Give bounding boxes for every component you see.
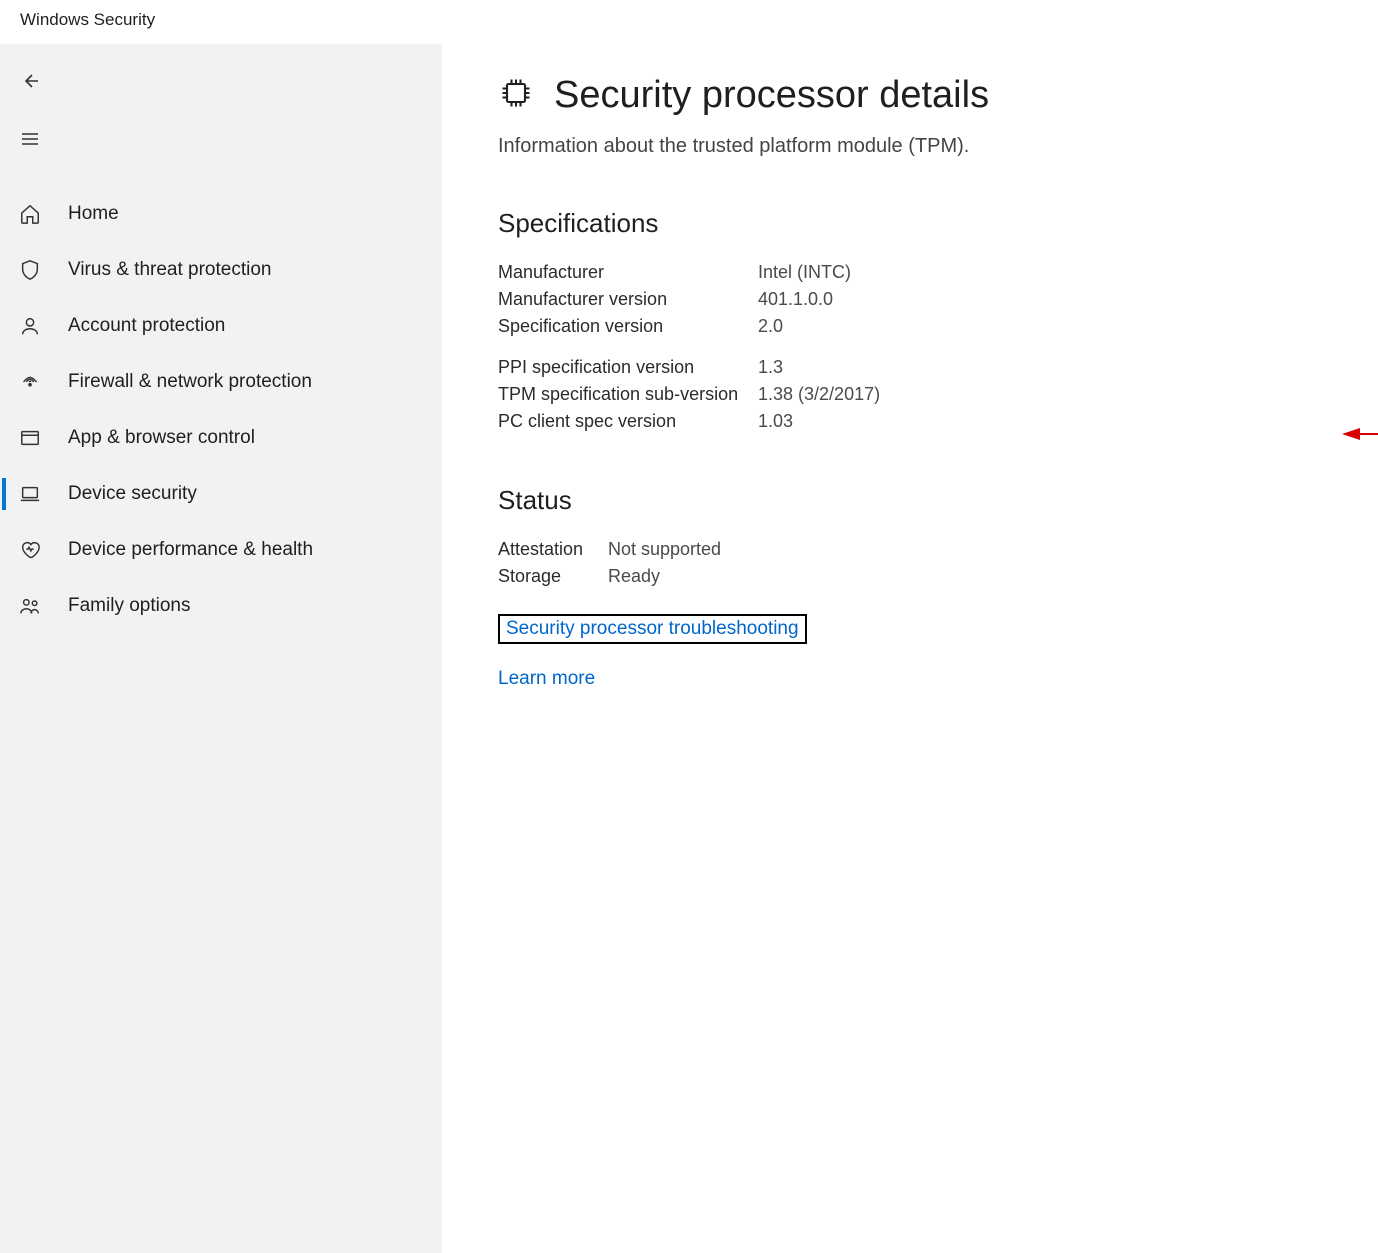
sidebar-item-label: Home [68,203,119,225]
spec-group-1: Manufacturer Intel (INTC) Manufacturer v… [498,259,1322,340]
specifications-heading: Specifications [498,208,1322,239]
sidebar-item-virus[interactable]: Virus & threat protection [0,242,442,298]
spec-label: TPM specification sub-version [498,381,758,408]
spec-row: PC client spec version 1.03 [498,408,1322,435]
spec-row: PPI specification version 1.3 [498,354,1322,381]
browser-icon [18,426,42,450]
spec-row: TPM specification sub-version 1.38 (3/2/… [498,381,1322,408]
sidebar-item-label: Virus & threat protection [68,259,271,281]
learn-more-link[interactable]: Learn more [498,668,1322,690]
sidebar-item-label: Firewall & network protection [68,371,312,393]
spec-value: 1.38 (3/2/2017) [758,381,880,408]
sidebar-item-firewall[interactable]: Firewall & network protection [0,354,442,410]
annotation-arrow-icon [1342,424,1378,444]
status-label: Storage [498,563,608,590]
heart-icon [18,538,42,562]
spec-row: Specification version 2.0 [498,313,1322,340]
status-row: Storage Ready [498,563,1322,590]
spec-label: Manufacturer version [498,286,758,313]
spec-value: 1.3 [758,354,783,381]
sidebar-item-app-browser[interactable]: App & browser control [0,410,442,466]
home-icon [18,202,42,226]
status-value: Ready [608,563,660,590]
spec-value: 2.0 [758,313,783,340]
device-icon [18,482,42,506]
spec-label: PC client spec version [498,408,758,435]
spec-value: Intel (INTC) [758,259,851,286]
hamburger-button[interactable] [0,116,60,166]
sidebar-item-home[interactable]: Home [0,186,442,242]
shield-icon [18,258,42,282]
sidebar-item-account[interactable]: Account protection [0,298,442,354]
sidebar: Home Virus & threat protection Account p… [0,44,442,1253]
back-button[interactable] [0,58,60,108]
family-icon [18,594,42,618]
sidebar-item-device-security[interactable]: Device security [0,466,442,522]
arrow-left-icon [18,69,42,98]
sidebar-item-label: App & browser control [68,427,255,449]
person-icon [18,314,42,338]
status-value: Not supported [608,536,721,563]
spec-row: Manufacturer Intel (INTC) [498,259,1322,286]
sidebar-nav: Home Virus & threat protection Account p… [0,186,442,634]
page-subtitle: Information about the trusted platform m… [498,135,1322,158]
spec-label: Manufacturer [498,259,758,286]
sidebar-item-family[interactable]: Family options [0,578,442,634]
hamburger-icon [18,127,42,156]
specifications-section: Specifications Manufacturer Intel (INTC)… [498,208,1322,435]
sidebar-item-label: Family options [68,595,191,617]
window-title: Windows Security [0,0,1378,44]
spec-row: Manufacturer version 401.1.0.0 [498,286,1322,313]
sidebar-item-label: Device security [68,483,197,505]
sidebar-item-label: Account protection [68,315,225,337]
spec-value: 401.1.0.0 [758,286,833,313]
sidebar-item-label: Device performance & health [68,539,313,561]
status-section: Status Attestation Not supported Storage… [498,485,1322,690]
status-heading: Status [498,485,1322,516]
spec-label: Specification version [498,313,758,340]
status-label: Attestation [498,536,608,563]
chip-icon [498,75,534,116]
status-row: Attestation Not supported [498,536,1322,563]
network-icon [18,370,42,394]
spec-label: PPI specification version [498,354,758,381]
spec-value: 1.03 [758,408,793,435]
troubleshoot-link[interactable]: Security processor troubleshooting [498,614,807,644]
main-content: Security processor details Information a… [442,44,1378,1253]
spec-group-2: PPI specification version 1.3 TPM specif… [498,354,1322,435]
sidebar-item-performance[interactable]: Device performance & health [0,522,442,578]
page-title: Security processor details [554,74,989,117]
